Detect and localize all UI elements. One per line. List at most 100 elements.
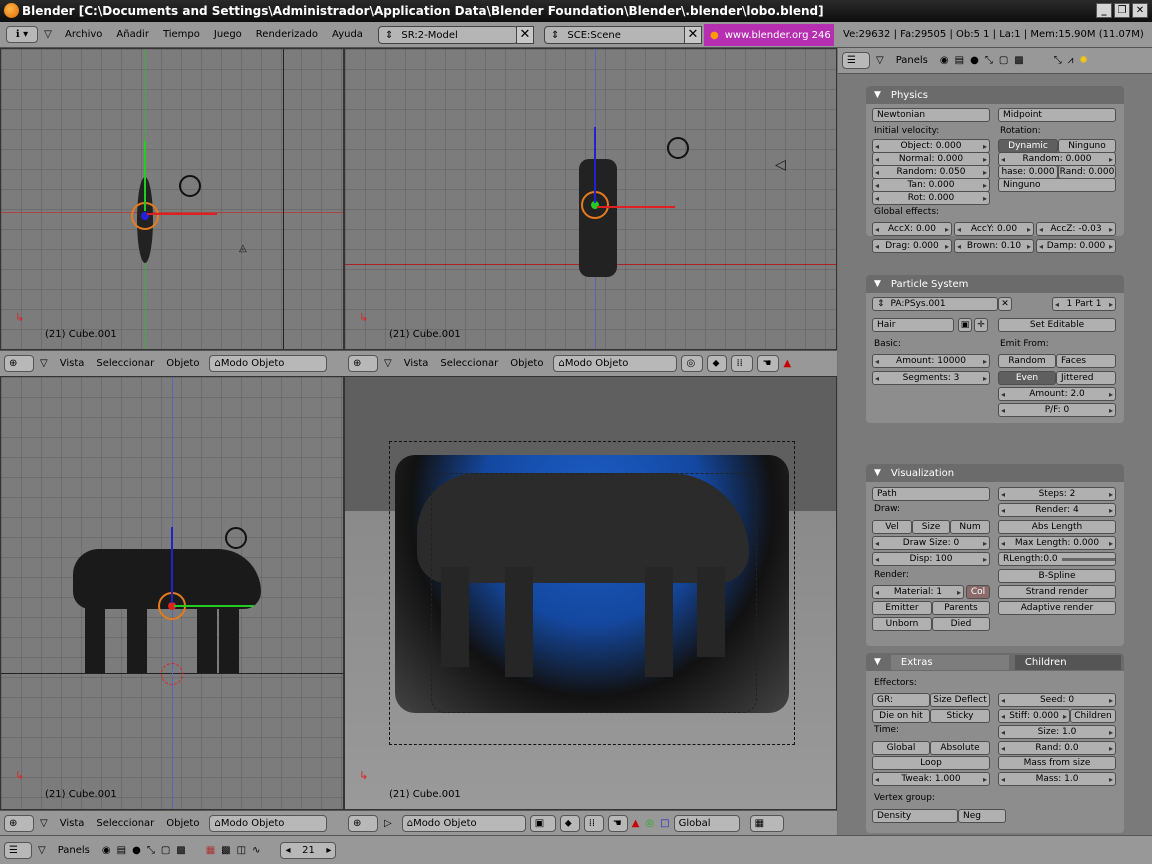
set-editable-button[interactable]: Set Editable (998, 318, 1116, 332)
sound-tab-icon[interactable]: ◫ (237, 845, 246, 856)
layers-button[interactable]: ▦ (749, 814, 784, 832)
max-length-field[interactable]: Max Length: 0.000 (998, 536, 1116, 550)
dynamic-toggle[interactable]: Dynamic (998, 139, 1058, 153)
translate-icon[interactable]: ▲ (632, 818, 640, 829)
editing-context-icon[interactable]: ▢ (155, 845, 176, 856)
accz-field[interactable]: AccZ: -0.03 (1036, 222, 1116, 236)
tab-extras[interactable]: Extras (890, 654, 1009, 670)
object-tab-icon[interactable]: ⤡ (1054, 55, 1062, 66)
collapse-icon[interactable]: ▽ (378, 358, 398, 369)
editor-type-button[interactable]: ☰ (842, 52, 870, 69)
object-context-icon[interactable]: ⤡ (985, 55, 993, 66)
expand-icon[interactable]: ▷ (378, 818, 398, 829)
editing-context-icon[interactable]: ▢ (993, 55, 1014, 66)
rotation-random-field[interactable]: Random: 0.000 (998, 152, 1116, 166)
tweak-field[interactable]: Tweak: 1.000 (872, 772, 990, 786)
bspline-toggle[interactable]: B-Spline (998, 569, 1116, 583)
viewport-top[interactable]: ↳ (21) Cube.001 (0, 376, 344, 810)
emitter-toggle[interactable]: Emitter (872, 601, 932, 615)
effector-group-field[interactable]: GR: (872, 693, 930, 707)
size-rand-field[interactable]: Rand: 0.0 (998, 741, 1116, 755)
scale-icon[interactable]: □ (660, 818, 669, 829)
particle-type-select[interactable]: Hair (872, 318, 954, 332)
close-button[interactable]: ✕ (1132, 3, 1148, 18)
rotation-mode-select[interactable]: Midpoint (998, 108, 1116, 122)
size-field[interactable]: Size: 1.0 (998, 725, 1116, 739)
physics-panel-header[interactable]: ▼ Physics (866, 86, 1124, 104)
stiff-children-toggle[interactable]: Children (1070, 709, 1116, 723)
draw-size-field[interactable]: Draw Size: 0 (872, 536, 990, 550)
viewport-camera[interactable]: ↳ (21) Cube.001 (344, 376, 837, 810)
seed-field[interactable]: Seed: 0 (998, 693, 1116, 707)
pivot-button[interactable]: ⬥ (559, 814, 580, 832)
sticky-toggle[interactable]: Sticky (930, 709, 990, 723)
steps-field[interactable]: Steps: 2 (998, 487, 1116, 501)
stiff-field[interactable]: Stiff: 0.000 (998, 709, 1070, 723)
menu-vista[interactable]: Vista (54, 818, 91, 829)
tan-velocity-field[interactable]: Tan: 0.000 (872, 178, 990, 192)
particle-system-name-field[interactable]: ⇕ PA:PSys.001 (872, 297, 998, 311)
size-deflect-toggle[interactable]: Size Deflect (930, 693, 990, 707)
render-steps-field[interactable]: Render: 4 (998, 503, 1116, 517)
viewport-front[interactable]: ◁ ↳ (21) Cube.001 (344, 48, 837, 350)
camera-icon[interactable]: ◁ (775, 157, 786, 173)
parents-toggle[interactable]: Parents (932, 601, 990, 615)
snap-button[interactable]: ⁞⁞ (583, 814, 604, 832)
draw-type-button[interactable]: ▣ (529, 814, 556, 832)
damp-field[interactable]: Damp: 0.000 (1036, 239, 1116, 253)
collapse-triangle-icon[interactable]: ▼ (874, 90, 881, 100)
physics-tab-icon[interactable]: ⩘ (1062, 55, 1080, 66)
particles-tab-icon[interactable]: ✺ (1079, 55, 1087, 66)
render-tab-icon[interactable]: ▦ (206, 845, 215, 856)
physics-type-select[interactable]: Newtonian (872, 108, 990, 122)
rlength-slider[interactable]: RLength:0.0 (998, 552, 1116, 566)
adaptive-render-toggle[interactable]: Adaptive render (998, 601, 1116, 615)
pf-field[interactable]: P/F: 0 (998, 403, 1116, 417)
menu-archivo[interactable]: Archivo (58, 22, 109, 47)
shading-button[interactable]: ◎ (681, 355, 704, 372)
menu-seleccionar[interactable]: Seleccionar (90, 818, 160, 829)
draw-as-select[interactable]: Path (872, 487, 990, 501)
shading-context-icon[interactable]: ● (126, 845, 147, 856)
editor-type-button[interactable]: ☰ (4, 841, 32, 859)
menu-vista[interactable]: Vista (398, 358, 435, 369)
emit-even-toggle[interactable]: Even (998, 371, 1056, 385)
maximize-button[interactable]: ❐ (1114, 3, 1130, 18)
scene-context-icon[interactable]: ▩ (1014, 55, 1023, 66)
mass-from-size-toggle[interactable]: Mass from size (998, 756, 1116, 770)
time-global-toggle[interactable]: Global (872, 741, 930, 755)
orientation-selector[interactable]: Global (673, 814, 740, 832)
script-context-icon[interactable]: ▤ (955, 55, 964, 66)
draw-num-toggle[interactable]: Num (950, 520, 990, 534)
object-velocity-field[interactable]: Object: 0.000 (872, 139, 990, 153)
lamp-icon[interactable] (225, 527, 247, 549)
tab-children[interactable]: Children (1014, 654, 1121, 670)
normal-velocity-field[interactable]: Normal: 0.000 (872, 152, 990, 166)
drag-field[interactable]: Drag: 0.000 (872, 239, 952, 253)
jitter-amount-field[interactable]: Amount: 2.0 (998, 387, 1116, 401)
logic-context-icon[interactable]: ◉ (96, 845, 117, 856)
menu-ayuda[interactable]: Ayuda (325, 22, 370, 47)
vertex-group-neg-toggle[interactable]: Neg (958, 809, 1006, 823)
mode-selector[interactable]: ⌂ Modo Objeto (401, 814, 526, 832)
menu-seleccionar[interactable]: Seleccionar (90, 358, 160, 369)
collapse-icon[interactable]: ▽ (34, 358, 54, 369)
menu-objeto[interactable]: Objeto (160, 818, 205, 829)
object-context-icon[interactable]: ⤡ (147, 845, 155, 856)
world-tab-icon[interactable]: ∿ (246, 845, 266, 856)
collapse-icon[interactable]: ▽ (34, 818, 54, 829)
particle-add-icon[interactable]: ✛ (974, 318, 988, 332)
random-velocity-field[interactable]: Random: 0.050 (872, 165, 990, 179)
mode-selector[interactable]: ⌂ Modo Objeto (553, 355, 678, 372)
scene-context-icon[interactable]: ▩ (176, 845, 185, 856)
translate-icon[interactable]: ▲ (783, 358, 791, 369)
died-toggle[interactable]: Died (932, 617, 990, 631)
editor-type-button[interactable]: ⊕ (4, 355, 34, 372)
die-on-hit-toggle[interactable]: Die on hit (872, 709, 930, 723)
editor-type-button[interactable]: ⊕ (348, 355, 378, 372)
menu-vista[interactable]: Vista (54, 358, 91, 369)
viewport-side[interactable]: ◬ ↳ (21) Cube.001 (0, 48, 344, 350)
menu-tiempo[interactable]: Tiempo (156, 22, 207, 47)
mass-field[interactable]: Mass: 1.0 (998, 772, 1116, 786)
brown-field[interactable]: Brown: 0.10 (954, 239, 1034, 253)
